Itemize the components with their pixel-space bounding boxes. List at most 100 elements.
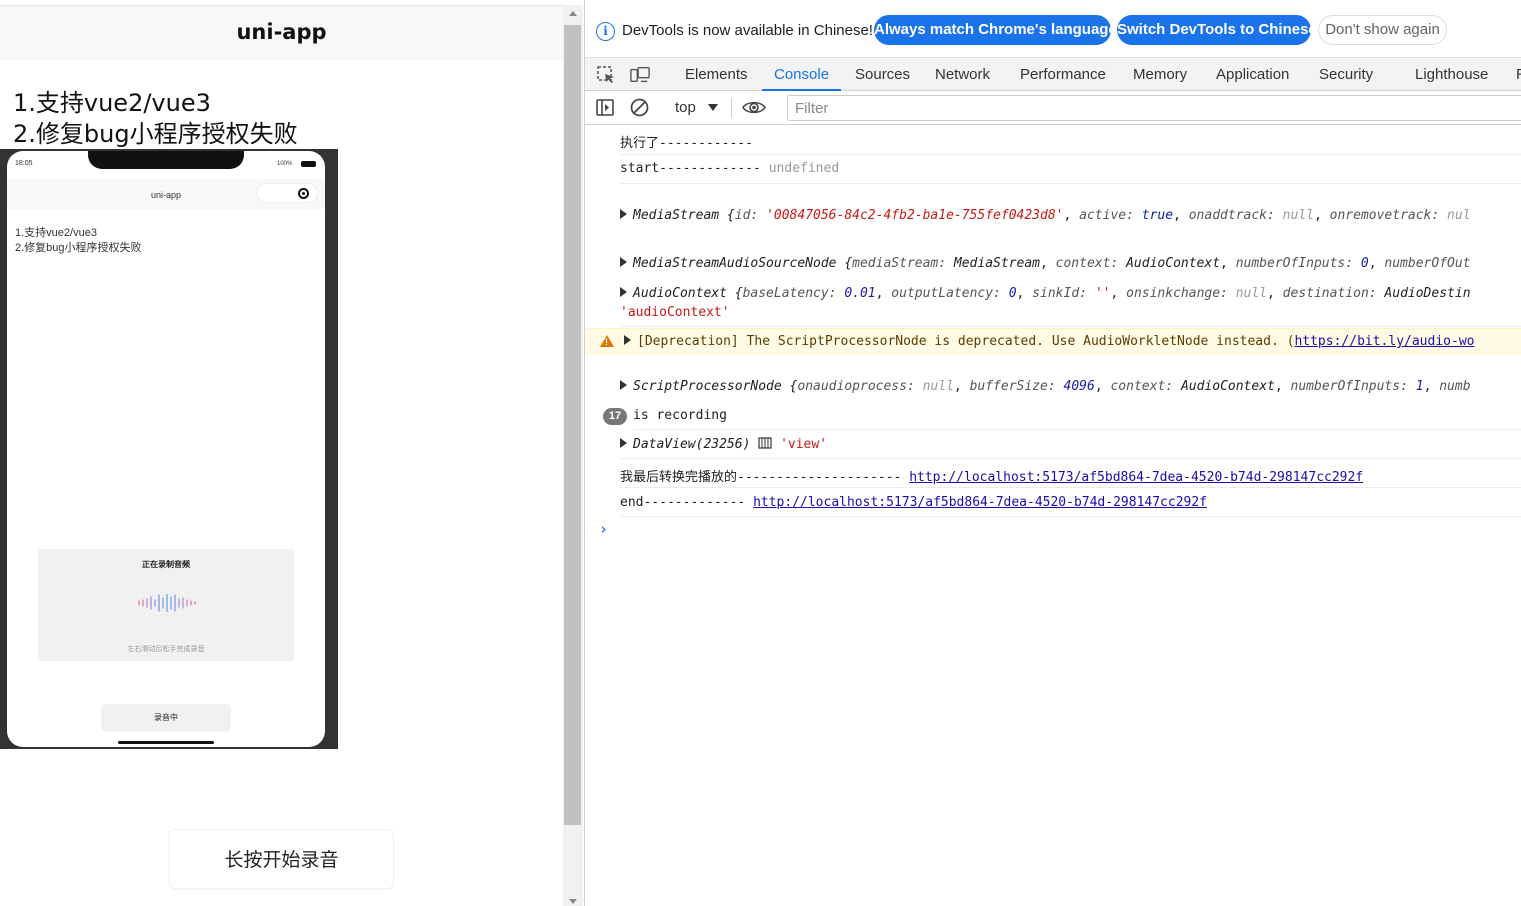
phone-screen: 18:05 100% uni-app 1.支持vue2/vue3 2.修复bug… — [7, 151, 325, 747]
console-message-processor[interactable]: ScriptProcessorNode {onaudioprocess: nul… — [620, 379, 1521, 399]
record-button[interactable]: 长按开始录音 — [169, 829, 394, 889]
prop-value: AudioContext — [1180, 379, 1275, 394]
tab-memory[interactable]: Memory — [1133, 58, 1187, 91]
phone-recording-button: 录音中 — [101, 704, 231, 732]
repeat-count-badge: 17 — [603, 408, 627, 425]
prop-value: '00847056-84c2-4fb2-ba1e-755fef0423d8' — [766, 208, 1064, 223]
miniprogram-capsule — [256, 183, 318, 203]
prop-value: AudioDestin — [1384, 286, 1471, 301]
sidebar-toggle-icon[interactable] — [596, 99, 614, 116]
log-text: is recording — [633, 408, 727, 423]
context-selector[interactable]: top — [675, 91, 696, 125]
app-navbar: uni-app — [0, 5, 563, 60]
recording-popup: 正在录制音频 左右滑动后松手完成录音 — [38, 549, 294, 661]
object-type: MediaStreamAudioSourceNode — [633, 256, 837, 271]
info-icon: i — [596, 22, 615, 41]
prop-value: null — [1235, 286, 1268, 301]
binary-viewer-icon[interactable] — [758, 437, 772, 449]
phone-content-text: 1.支持vue2/vue3 2.修复bug小程序授权失败 — [15, 226, 142, 256]
app-text-line-1: 1.支持vue2/vue3 — [13, 89, 211, 117]
expand-arrow-icon[interactable] — [620, 380, 627, 390]
switch-language-button[interactable]: Switch DevTools to Chinese — [1117, 15, 1317, 45]
tab-lighthouse[interactable]: Lighthouse — [1415, 58, 1488, 91]
infobar-message: DevTools is now available in Chinese! — [622, 22, 873, 39]
console-message-dataview[interactable]: DataView(23256) 'view' — [620, 437, 1521, 459]
object-type: DataView(23256) — [633, 437, 751, 452]
prop-key: sinkId — [1032, 286, 1080, 301]
scroll-down-arrow-icon[interactable] — [569, 899, 577, 904]
phone-notch — [88, 151, 244, 169]
expand-arrow-icon[interactable] — [620, 209, 627, 219]
prop-key: onaudioprocess — [797, 379, 907, 394]
expand-arrow-icon[interactable] — [624, 335, 631, 345]
object-type: MediaStream — [633, 208, 720, 223]
phone-status-time: 18:05 — [15, 160, 33, 167]
blob-url-link[interactable]: http://localhost:5173/af5bd864-7dea-4520… — [753, 495, 1207, 510]
prop-key: numberOfInputs — [1290, 379, 1401, 394]
expand-arrow-icon[interactable] — [620, 257, 627, 267]
prop-value: null — [1282, 208, 1314, 223]
blob-url-link[interactable]: http://localhost:5173/af5bd864-7dea-4520… — [909, 470, 1363, 485]
warning-link[interactable]: https://bit.ly/audio-wo — [1294, 334, 1474, 349]
warning-text: [Deprecation] The ScriptProcessorNode is… — [624, 334, 1474, 349]
tab-elements[interactable]: Elements — [685, 58, 748, 91]
live-expression-eye-icon[interactable] — [742, 99, 766, 116]
prop-key: destination — [1282, 286, 1369, 301]
app-nav-title: uni-app — [236, 20, 327, 44]
inspect-element-icon[interactable] — [596, 65, 616, 85]
tab-sources[interactable]: Sources — [855, 58, 910, 91]
prop-value: 0.01 — [844, 286, 876, 301]
app-scrollbar[interactable] — [563, 5, 583, 906]
console-message: is recording — [633, 408, 1521, 430]
prop-key: id — [734, 208, 751, 223]
console-message-audiocontext[interactable]: AudioContext {baseLatency: 0.01, outputL… — [620, 286, 1521, 306]
prop-key: bufferSize — [969, 379, 1048, 394]
tab-security[interactable]: Security — [1319, 58, 1373, 91]
tab-console[interactable]: Console — [762, 58, 842, 91]
console-prompt[interactable]: › — [599, 520, 608, 538]
console-warning[interactable]: ! [Deprecation] The ScriptProcessorNode … — [585, 328, 1521, 354]
console-message-sourcenode[interactable]: MediaStreamAudioSourceNode {mediaStream:… — [620, 256, 1521, 276]
prop-key: onsinkchange — [1126, 286, 1221, 301]
target-icon — [298, 188, 309, 199]
log-text: 我最后转换完播放的--------------------- — [620, 470, 902, 485]
tab-overflow[interactable]: R — [1516, 58, 1521, 91]
chevron-down-icon[interactable] — [708, 104, 718, 111]
device-toolbar-icon[interactable] — [630, 65, 650, 85]
prop-value: 0 — [1008, 286, 1017, 301]
phone-text-line-2: 2.修复bug小程序授权失败 — [15, 242, 142, 254]
prop-key: numberOfOut — [1384, 256, 1471, 271]
prop-value: true — [1141, 208, 1174, 223]
expand-arrow-icon[interactable] — [620, 438, 627, 448]
scroll-up-arrow-icon[interactable] — [569, 11, 577, 16]
object-type: AudioContext — [633, 286, 727, 301]
home-indicator — [118, 741, 214, 744]
log-text: 执行了------------ — [620, 136, 753, 151]
app-content-text: 1.支持vue2/vue3 2.修复bug小程序授权失败 — [13, 88, 298, 150]
tab-application[interactable]: Application — [1216, 58, 1289, 91]
scroll-thumb[interactable] — [564, 25, 581, 825]
tab-performance[interactable]: Performance — [1020, 58, 1106, 91]
prop-value: null — [922, 379, 954, 394]
console-message: 我最后转换完播放的--------------------- http://lo… — [620, 466, 1521, 488]
prop-key: numb — [1439, 379, 1471, 394]
log-text: end------------- — [620, 495, 746, 510]
clear-console-icon[interactable] — [630, 98, 649, 117]
prop-value: '' — [1094, 286, 1111, 301]
tab-network[interactable]: Network — [935, 58, 990, 91]
console-message-mediastream[interactable]: MediaStream {id: '00847056-84c2-4fb2-ba1… — [620, 208, 1521, 228]
console-log: 执行了------------ start------------- undef… — [585, 126, 1521, 906]
object-type: ScriptProcessorNode — [633, 379, 782, 394]
phone-text-line-1: 1.支持vue2/vue3 — [15, 227, 97, 239]
prop-value: 0 — [1360, 256, 1369, 271]
prop-value: nul — [1447, 208, 1471, 223]
phone-navbar: uni-app — [7, 179, 325, 209]
prop-key: baseLatency — [742, 286, 829, 301]
prop-key: mediaStream — [852, 256, 939, 271]
match-language-button[interactable]: Always match Chrome's language — [874, 15, 1117, 45]
expand-arrow-icon[interactable] — [620, 287, 627, 297]
dont-show-again-button[interactable]: Don't show again — [1318, 15, 1447, 45]
filter-input[interactable] — [787, 95, 1521, 121]
console-message: 执行了------------ — [620, 132, 1521, 155]
recording-popup-hint: 左右滑动后松手完成录音 — [127, 646, 205, 653]
